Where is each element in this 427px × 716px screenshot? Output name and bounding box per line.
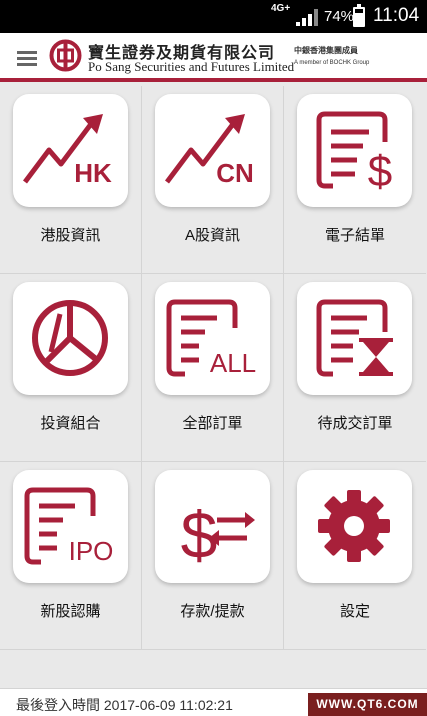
svg-text:$: $: [368, 147, 392, 196]
tile-deposit-withdraw[interactable]: $ 存款/提款: [142, 462, 284, 650]
svg-text:ALL: ALL: [210, 348, 256, 378]
tile-label: 新股認購: [40, 603, 101, 620]
tile-a-share-info[interactable]: CN A股資訊: [142, 86, 284, 274]
hamburger-menu-icon[interactable]: [17, 51, 39, 67]
tile-settings[interactable]: 設定: [284, 462, 426, 650]
member-label-cn: 中銀香港集團成員: [294, 46, 358, 55]
tile-hk-stock-info[interactable]: HK 港股資訊: [0, 86, 142, 274]
menu-grid: HK 港股資訊 CN A股資訊 $ 電子結單 投資組合 ALL 全部訂單 待成交…: [0, 86, 427, 650]
tile-pending-orders[interactable]: 待成交訂單: [284, 274, 426, 462]
battery-percent: 74%: [324, 8, 355, 25]
tile-label: 待成交訂單: [317, 415, 393, 432]
tile-portfolio[interactable]: 投資組合: [0, 274, 142, 462]
battery-icon: [353, 4, 365, 27]
pending-orders-icon: [297, 282, 412, 395]
portfolio-pie-icon: [13, 282, 128, 395]
ipo-subscription-icon: IPO: [13, 470, 128, 583]
network-indicator: 4G+: [271, 3, 291, 14]
cn-stock-chart-icon: CN: [155, 94, 270, 207]
site-watermark: WWW.QT6.COM: [308, 693, 427, 716]
tile-e-statement[interactable]: $ 電子結單: [284, 86, 426, 274]
hk-stock-chart-icon: HK: [13, 94, 128, 207]
tile-ipo-subscription[interactable]: IPO 新股認購: [0, 462, 142, 650]
svg-text:$: $: [181, 498, 218, 572]
all-orders-icon: ALL: [155, 282, 270, 395]
svg-text:CN: CN: [216, 158, 254, 188]
status-bar: 4G+ 74% 11:04: [0, 0, 427, 33]
tile-label: 全部訂單: [182, 415, 243, 432]
e-statement-icon: $: [297, 94, 412, 207]
gear-icon: [297, 470, 412, 583]
app-header: 寶生證券及期貨有限公司 Po Sang Securities and Futur…: [0, 33, 427, 82]
svg-text:IPO: IPO: [69, 536, 114, 566]
tile-label: 電子結單: [324, 227, 385, 244]
tile-label: 港股資訊: [40, 227, 101, 244]
tile-all-orders[interactable]: ALL 全部訂單: [142, 274, 284, 462]
company-name-en: Po Sang Securities and Futures Limited: [88, 59, 295, 74]
tile-label: 設定: [339, 603, 370, 620]
status-clock: 11:04: [373, 5, 420, 26]
tile-label: 投資組合: [40, 415, 101, 432]
boc-logo-icon: [49, 39, 82, 72]
last-login-time: 最後登入時間 2017-06-09 11:02:21: [16, 697, 233, 713]
member-label-en: A member of BOCHK Group: [294, 60, 370, 66]
deposit-withdraw-icon: $: [155, 470, 270, 583]
svg-text:HK: HK: [74, 158, 112, 188]
tile-label: 存款/提款: [180, 603, 245, 620]
signal-icon: [296, 9, 318, 26]
tile-label: A股資訊: [184, 227, 240, 244]
